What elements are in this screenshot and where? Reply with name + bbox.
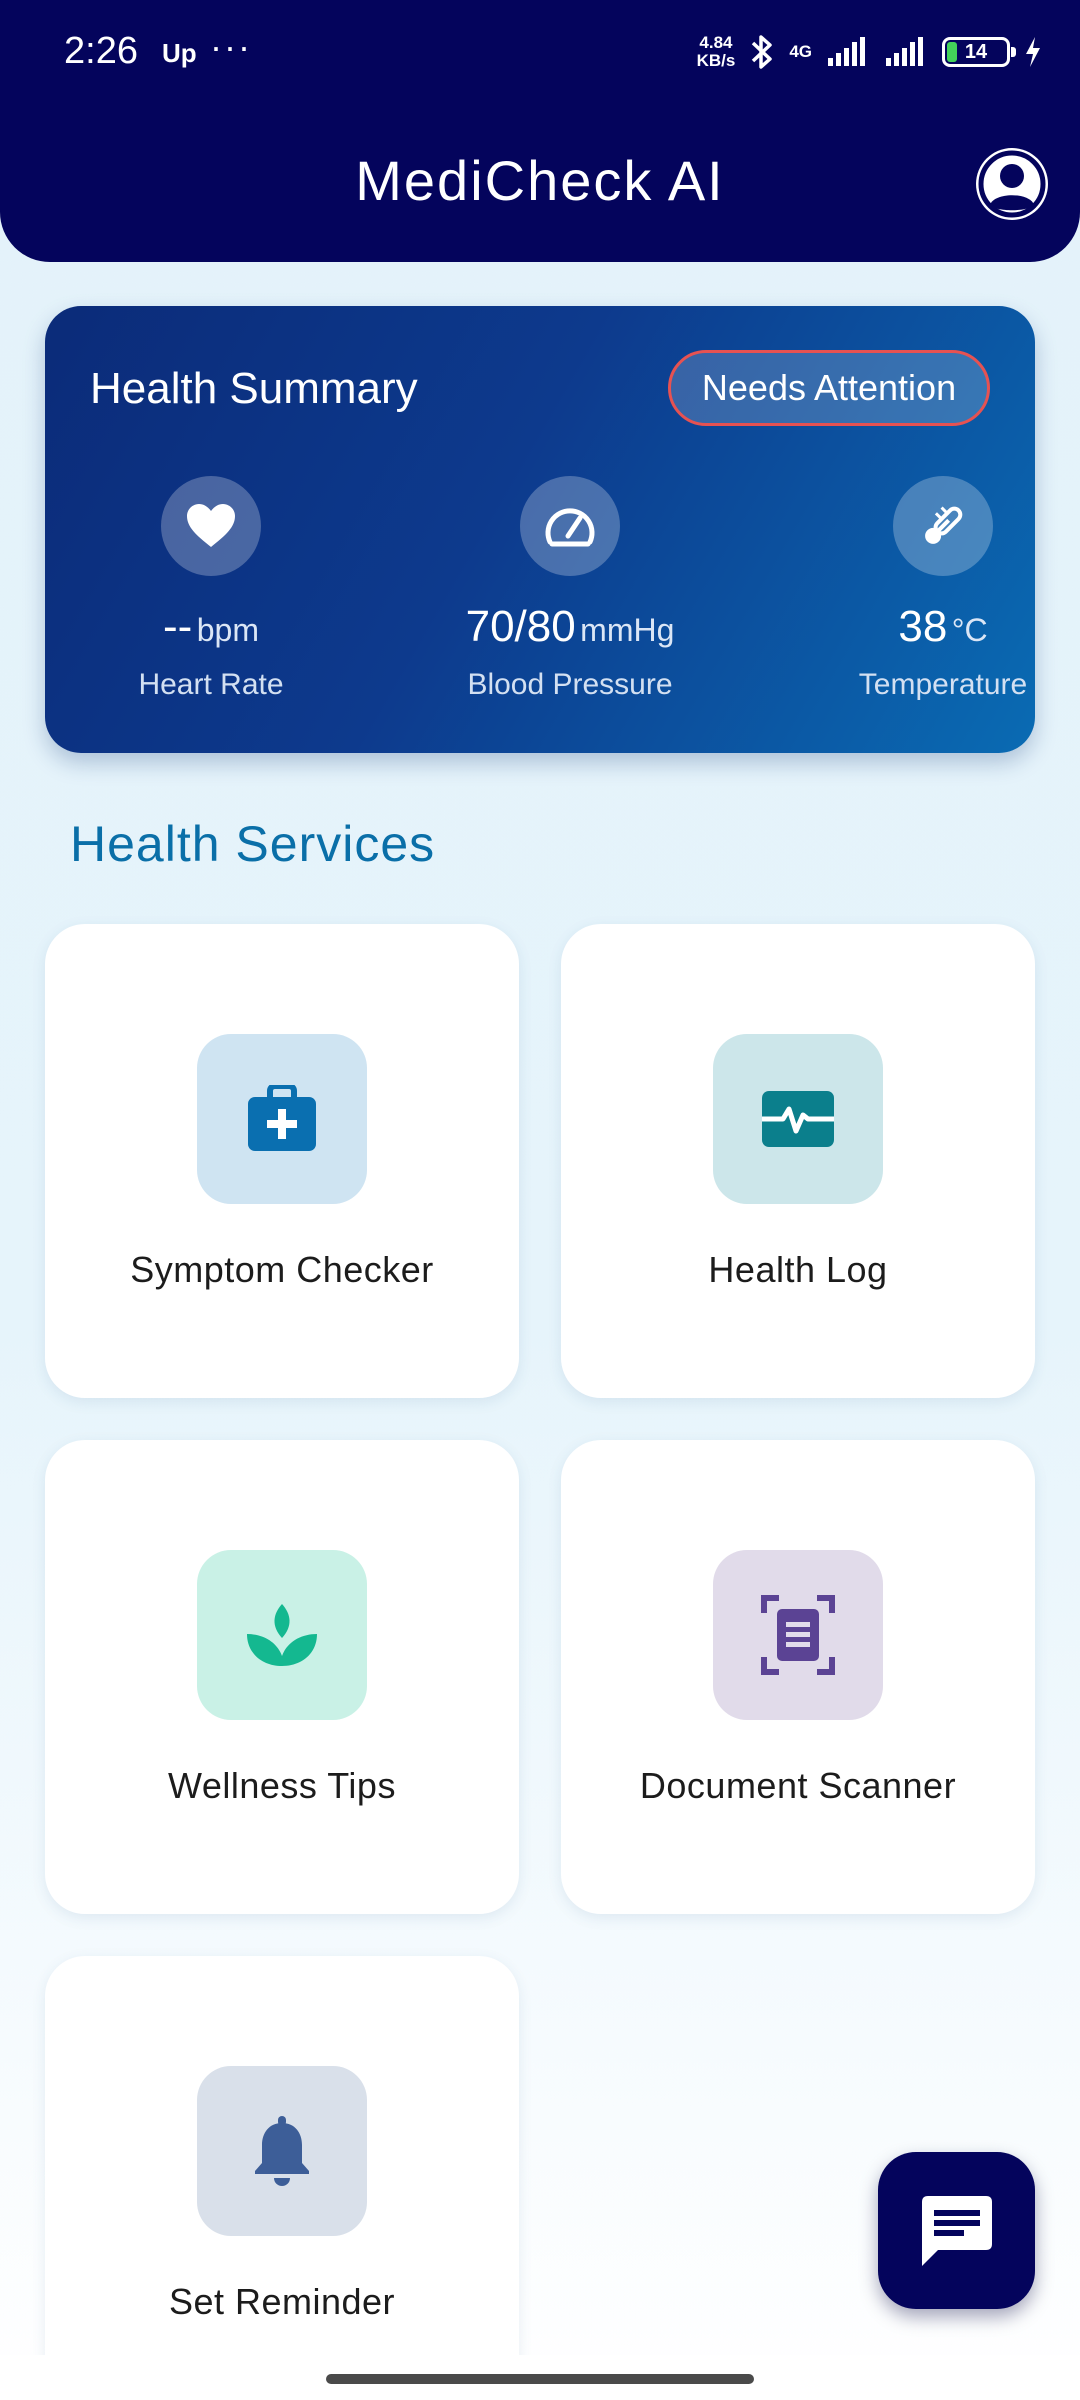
network-speed-value: 4.84: [699, 33, 733, 52]
thermometer-icon: [925, 506, 963, 544]
app-header: 2:26 Up ··· 4.84 KB/s 4G 14 MediCheck AI: [0, 0, 1080, 262]
thermometer-icon-circle: [893, 476, 993, 576]
document-scanner-label: Document Scanner: [639, 1765, 957, 1806]
symptom-checker-label: Symptom Checker: [130, 1249, 434, 1290]
profile-button[interactable]: [976, 148, 1048, 220]
speedometer-icon-circle: [520, 476, 620, 576]
monitor-heart-icon: [762, 1091, 834, 1147]
wellness-tips-label: Wellness Tips: [168, 1765, 396, 1806]
status-badge: Needs Attention: [668, 350, 990, 426]
signal-icon: [828, 37, 865, 66]
metric-temperature: 38 °C Temperature: [778, 476, 1080, 702]
bell-icon: [255, 2116, 309, 2186]
health-summary-card[interactable]: Health Summary Needs Attention -- bpm He…: [45, 306, 1035, 753]
signal-2-icon: [886, 37, 923, 66]
speedometer-icon: [545, 508, 595, 547]
health-services-title: Health Services: [70, 816, 436, 872]
set-reminder-icon-box: [197, 2066, 367, 2236]
health-log-card[interactable]: Health Log: [561, 924, 1035, 1398]
app-title: MediCheck AI: [355, 149, 725, 212]
heart-icon-circle: [161, 476, 261, 576]
health-log-label: Health Log: [708, 1249, 888, 1290]
spa-leaf-icon: [247, 1604, 317, 1666]
blood-pressure-unit: mmHg: [580, 612, 675, 648]
heart-rate-value: --: [162, 602, 193, 651]
temperature-value: 38: [898, 602, 948, 651]
metric-heart-rate: -- bpm Heart Rate: [46, 476, 376, 702]
temperature-label: Temperature: [858, 668, 1028, 701]
document-scanner-icon-box: [713, 1550, 883, 1720]
wellness-tips-icon-box: [197, 1550, 367, 1720]
medical-kit-icon: [248, 1085, 316, 1151]
document-scanner-icon: [761, 1595, 835, 1675]
status-app-indicator: Up: [162, 38, 197, 68]
heart-icon: [187, 504, 235, 547]
blood-pressure-label: Blood Pressure: [467, 668, 673, 701]
status-more-dots: ···: [210, 26, 252, 67]
home-indicator[interactable]: [326, 2374, 754, 2384]
chat-icon: [921, 2195, 992, 2266]
bluetooth-icon: [752, 35, 773, 69]
health-summary-title: Health Summary: [90, 364, 418, 413]
document-scanner-card[interactable]: Document Scanner: [561, 1440, 1035, 1914]
network-speed: 4.84 KB/s: [697, 34, 736, 70]
blood-pressure-value: 70/80: [465, 602, 576, 651]
wellness-tips-card[interactable]: Wellness Tips: [45, 1440, 519, 1914]
network-speed-unit: KB/s: [696, 51, 736, 70]
set-reminder-label: Set Reminder: [168, 2281, 396, 2322]
network-type: 4G: [789, 42, 812, 61]
battery-level: 14: [964, 40, 988, 63]
status-bar: 2:26 Up ··· 4.84 KB/s 4G 14: [0, 0, 1080, 105]
battery-icon: 14: [942, 37, 1016, 67]
chat-button[interactable]: [878, 2152, 1035, 2309]
set-reminder-card[interactable]: Set Reminder: [45, 1956, 519, 2400]
account-circle-icon: [978, 150, 1046, 218]
temperature-unit: °C: [951, 612, 988, 648]
symptom-checker-icon-box: [197, 1034, 367, 1204]
health-log-icon-box: [713, 1034, 883, 1204]
symptom-checker-card[interactable]: Symptom Checker: [45, 924, 519, 1398]
charging-icon: [1026, 37, 1040, 67]
status-icons: 4.84 KB/s 4G 14: [697, 30, 1042, 74]
metric-blood-pressure: 70/80 mmHg Blood Pressure: [405, 476, 735, 702]
heart-rate-unit: bpm: [196, 612, 259, 648]
heart-rate-label: Heart Rate: [138, 668, 284, 701]
status-time: 2:26: [64, 30, 138, 72]
